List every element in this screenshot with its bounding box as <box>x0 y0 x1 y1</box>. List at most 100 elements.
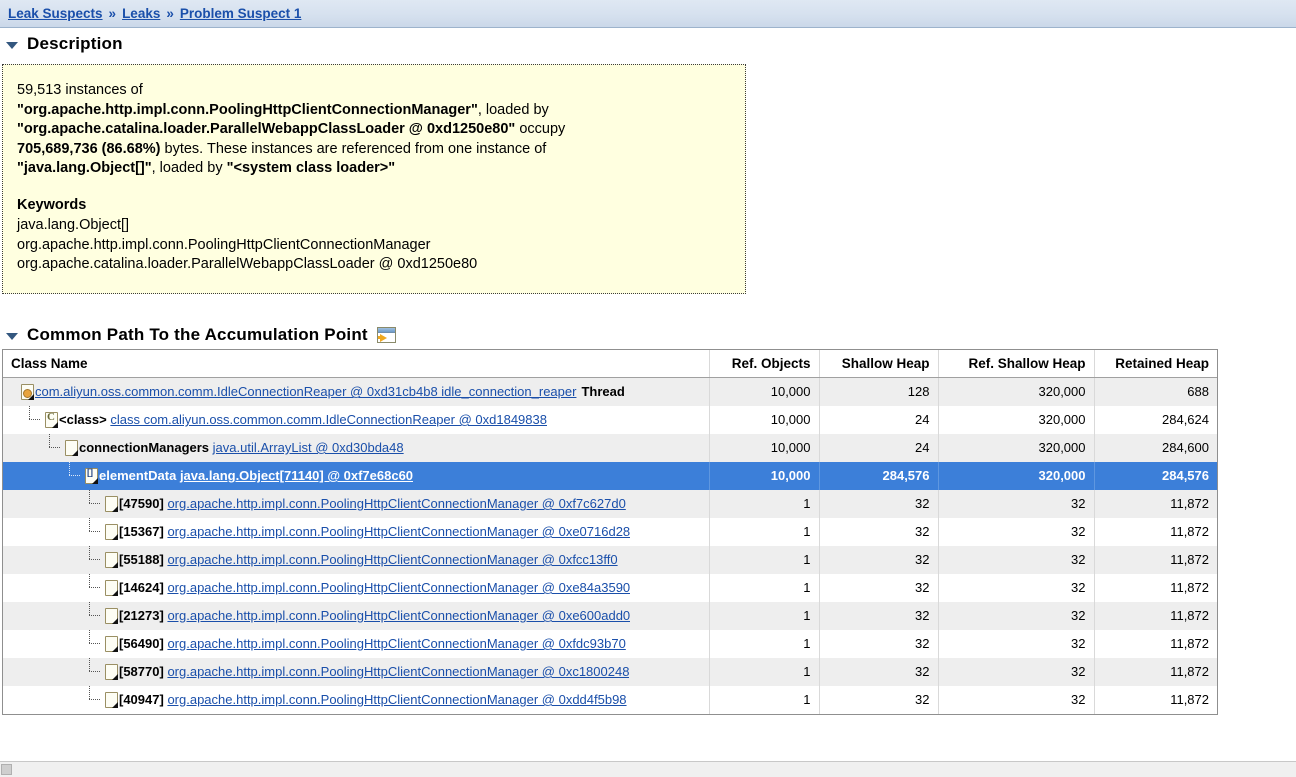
object-link[interactable]: org.apache.http.impl.conn.PoolingHttpCli… <box>167 608 630 623</box>
description-section-header[interactable]: Description <box>0 28 1296 58</box>
object-link[interactable]: org.apache.http.impl.conn.PoolingHttpCli… <box>167 524 630 539</box>
cell-shallow-heap: 128 <box>818 377 938 406</box>
object-icon <box>105 523 118 540</box>
cell-shallow-heap: 24 <box>818 433 938 462</box>
object-link[interactable]: org.apache.http.impl.conn.PoolingHttpCli… <box>167 692 626 707</box>
description-box: 59,513 instances of "org.apache.http.imp… <box>2 64 746 294</box>
class-name-text: elementData java.lang.Object[71140] @ 0x… <box>99 468 413 483</box>
keyword-item: org.apache.http.impl.conn.PoolingHttpCli… <box>17 236 431 253</box>
column-header-class-name[interactable]: Class Name <box>3 349 709 378</box>
horizontal-scrollbar[interactable] <box>0 761 1296 777</box>
cell-ref-objects: 1 <box>708 517 819 546</box>
table-row[interactable]: [40947] org.apache.http.impl.conn.Poolin… <box>3 685 1217 714</box>
field-label: connectionManagers <box>79 440 210 455</box>
cell-ref-objects: 1 <box>708 657 819 686</box>
class-name-text: [14624] org.apache.http.impl.conn.Poolin… <box>119 580 630 595</box>
cell-ref-objects: 10,000 <box>708 461 819 490</box>
table-row[interactable]: [14624] org.apache.http.impl.conn.Poolin… <box>3 573 1217 602</box>
object-link[interactable]: class com.aliyun.oss.common.comm.IdleCon… <box>110 412 547 427</box>
table-row[interactable]: connectionManagers java.util.ArrayList @… <box>3 433 1217 462</box>
breadcrumb-link-leaks[interactable]: Leaks <box>122 6 160 21</box>
table-row[interactable]: [55188] org.apache.http.impl.conn.Poolin… <box>3 545 1217 574</box>
cell-class-name[interactable]: [56490] org.apache.http.impl.conn.Poolin… <box>3 629 709 658</box>
class-name-text: [21273] org.apache.http.impl.conn.Poolin… <box>119 608 630 623</box>
object-link[interactable]: java.util.ArrayList @ 0xd30bda48 <box>213 440 404 455</box>
column-header-retained-heap[interactable]: Retained Heap <box>1093 349 1217 378</box>
column-header-shallow-heap[interactable]: Shallow Heap <box>818 349 938 378</box>
class-name-text: [58770] org.apache.http.impl.conn.Poolin… <box>119 664 629 679</box>
thread-object-icon <box>21 383 34 400</box>
object-link[interactable]: java.lang.Object[71140] @ 0xf7e68c60 <box>180 468 413 483</box>
class-object-icon <box>45 411 58 428</box>
table-row[interactable]: [56490] org.apache.http.impl.conn.Poolin… <box>3 629 1217 658</box>
breadcrumb-link-leak-suspects[interactable]: Leak Suspects <box>8 6 103 21</box>
cell-ref-objects: 1 <box>708 685 819 714</box>
table-row[interactable]: [47590] org.apache.http.impl.conn.Poolin… <box>3 489 1217 518</box>
object-icon <box>105 607 118 624</box>
cell-ref-shallow-heap: 32 <box>937 573 1094 602</box>
cell-ref-objects: 10,000 <box>708 405 819 434</box>
object-link[interactable]: org.apache.http.impl.conn.PoolingHttpCli… <box>167 636 625 651</box>
cell-class-name[interactable]: [21273] org.apache.http.impl.conn.Poolin… <box>3 601 709 630</box>
class-name-text: [40947] org.apache.http.impl.conn.Poolin… <box>119 692 627 707</box>
desc-bytes-tail: bytes. These instances are referenced fr… <box>160 140 547 157</box>
array-object-icon <box>85 467 98 484</box>
cell-retained-heap: 11,872 <box>1093 629 1217 658</box>
object-link[interactable]: org.apache.http.impl.conn.PoolingHttpCli… <box>167 580 630 595</box>
breadcrumb-link-problem-suspect-1[interactable]: Problem Suspect 1 <box>180 6 302 21</box>
cell-class-name[interactable]: [40947] org.apache.http.impl.conn.Poolin… <box>3 685 709 714</box>
column-header-ref-shallow-heap[interactable]: Ref. Shallow Heap <box>937 349 1094 378</box>
cell-class-name[interactable]: [47590] org.apache.http.impl.conn.Poolin… <box>3 489 709 518</box>
object-link[interactable]: org.apache.http.impl.conn.PoolingHttpCli… <box>167 496 625 511</box>
object-link[interactable]: org.apache.http.impl.conn.PoolingHttpCli… <box>167 552 617 567</box>
field-label: [47590] <box>119 496 164 511</box>
cell-retained-heap: 11,872 <box>1093 685 1217 714</box>
table-row[interactable]: com.aliyun.oss.common.comm.IdleConnectio… <box>3 377 1217 406</box>
object-icon <box>105 691 118 708</box>
cell-class-name[interactable]: [15367] org.apache.http.impl.conn.Poolin… <box>3 517 709 546</box>
object-link[interactable]: org.apache.http.impl.conn.PoolingHttpCli… <box>167 664 629 679</box>
table-row[interactable]: [58770] org.apache.http.impl.conn.Poolin… <box>3 657 1217 686</box>
cell-class-name[interactable]: com.aliyun.oss.common.comm.IdleConnectio… <box>3 377 709 406</box>
table-row[interactable]: [21273] org.apache.http.impl.conn.Poolin… <box>3 601 1217 630</box>
scrollbar-thumb[interactable] <box>1 764 12 775</box>
tree-guide-line <box>87 489 103 513</box>
cell-class-name[interactable]: elementData java.lang.Object[71140] @ 0x… <box>3 461 709 490</box>
cell-ref-shallow-heap: 32 <box>937 657 1094 686</box>
field-label: elementData <box>99 468 177 483</box>
triangle-down-icon[interactable] <box>6 332 18 340</box>
keywords-heading: Keywords <box>17 196 87 213</box>
breadcrumb-separator: » <box>166 6 174 21</box>
object-icon <box>105 495 118 512</box>
breadcrumb-separator: » <box>108 6 117 21</box>
triangle-down-icon[interactable] <box>6 42 18 49</box>
cell-class-name[interactable]: [58770] org.apache.http.impl.conn.Poolin… <box>3 657 709 686</box>
cell-retained-heap: 284,600 <box>1093 433 1217 462</box>
desc-bytes: 705,689,736 (86.68%) <box>17 140 161 157</box>
field-label: <class> <box>59 412 107 427</box>
table-row[interactable]: [15367] org.apache.http.impl.conn.Poolin… <box>3 517 1217 546</box>
accumulation-section-header[interactable]: Common Path To the Accumulation Point <box>0 319 1296 349</box>
desc-classloader: "org.apache.catalina.loader.ParallelWeba… <box>17 121 516 137</box>
column-header-ref-objects[interactable]: Ref. Objects <box>708 349 819 378</box>
desc-class-name: "org.apache.http.impl.conn.PoolingHttpCl… <box>17 101 478 118</box>
object-link[interactable]: com.aliyun.oss.common.comm.IdleConnectio… <box>35 384 576 399</box>
cell-shallow-heap: 32 <box>818 489 938 518</box>
cell-ref-shallow-heap: 32 <box>937 489 1094 518</box>
cell-class-name[interactable]: [14624] org.apache.http.impl.conn.Poolin… <box>3 573 709 602</box>
cell-retained-heap: 11,872 <box>1093 517 1217 546</box>
tree-guide-line <box>87 573 103 597</box>
cell-class-name[interactable]: connectionManagers java.util.ArrayList @… <box>3 433 709 462</box>
cell-class-name[interactable]: <class> class com.aliyun.oss.common.comm… <box>3 405 709 434</box>
table-row[interactable]: elementData java.lang.Object[71140] @ 0x… <box>3 461 1217 490</box>
class-name-text: [56490] org.apache.http.impl.conn.Poolin… <box>119 636 626 651</box>
open-in-window-icon[interactable] <box>376 326 396 343</box>
cell-class-name[interactable]: [55188] org.apache.http.impl.conn.Poolin… <box>3 545 709 574</box>
table-row[interactable]: <class> class com.aliyun.oss.common.comm… <box>3 405 1217 434</box>
